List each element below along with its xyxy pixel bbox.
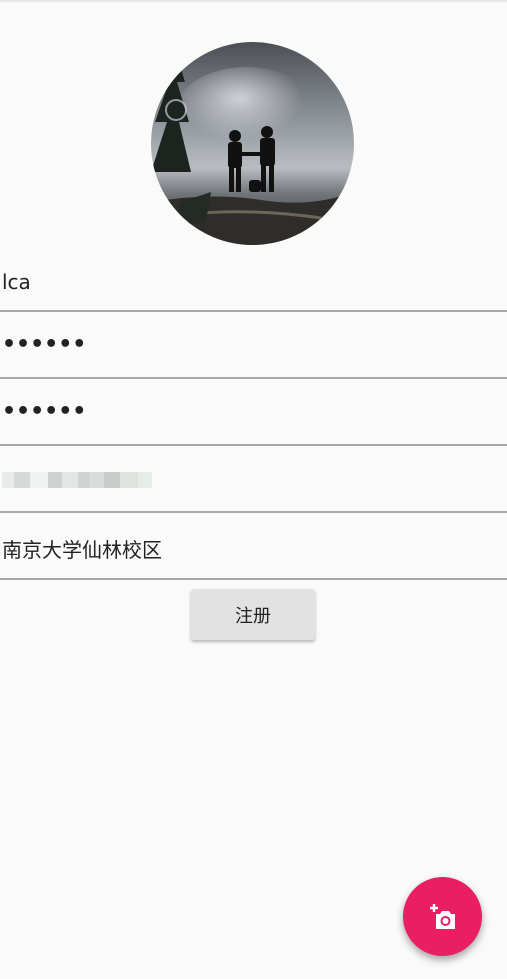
address-value: 南京大学仙林校区 [2, 538, 162, 562]
avatar[interactable] [151, 42, 354, 245]
add-photo-button[interactable] [403, 877, 482, 956]
status-bar-shadow [0, 0, 507, 3]
username-field[interactable]: lca [0, 246, 507, 312]
register-button[interactable]: 注册 [191, 589, 315, 640]
confirm-password-value: •••••• [2, 399, 87, 424]
password-field[interactable]: •••••• [0, 313, 507, 379]
confirm-password-field[interactable]: •••••• [0, 380, 507, 446]
redacted-value [2, 472, 152, 488]
phone-field[interactable] [0, 447, 507, 513]
password-value: •••••• [2, 332, 87, 357]
avatar-image [151, 42, 354, 245]
username-value: lca [2, 270, 31, 294]
add-photo-icon [429, 903, 455, 929]
address-field[interactable]: 南京大学仙林校区 [0, 514, 507, 580]
